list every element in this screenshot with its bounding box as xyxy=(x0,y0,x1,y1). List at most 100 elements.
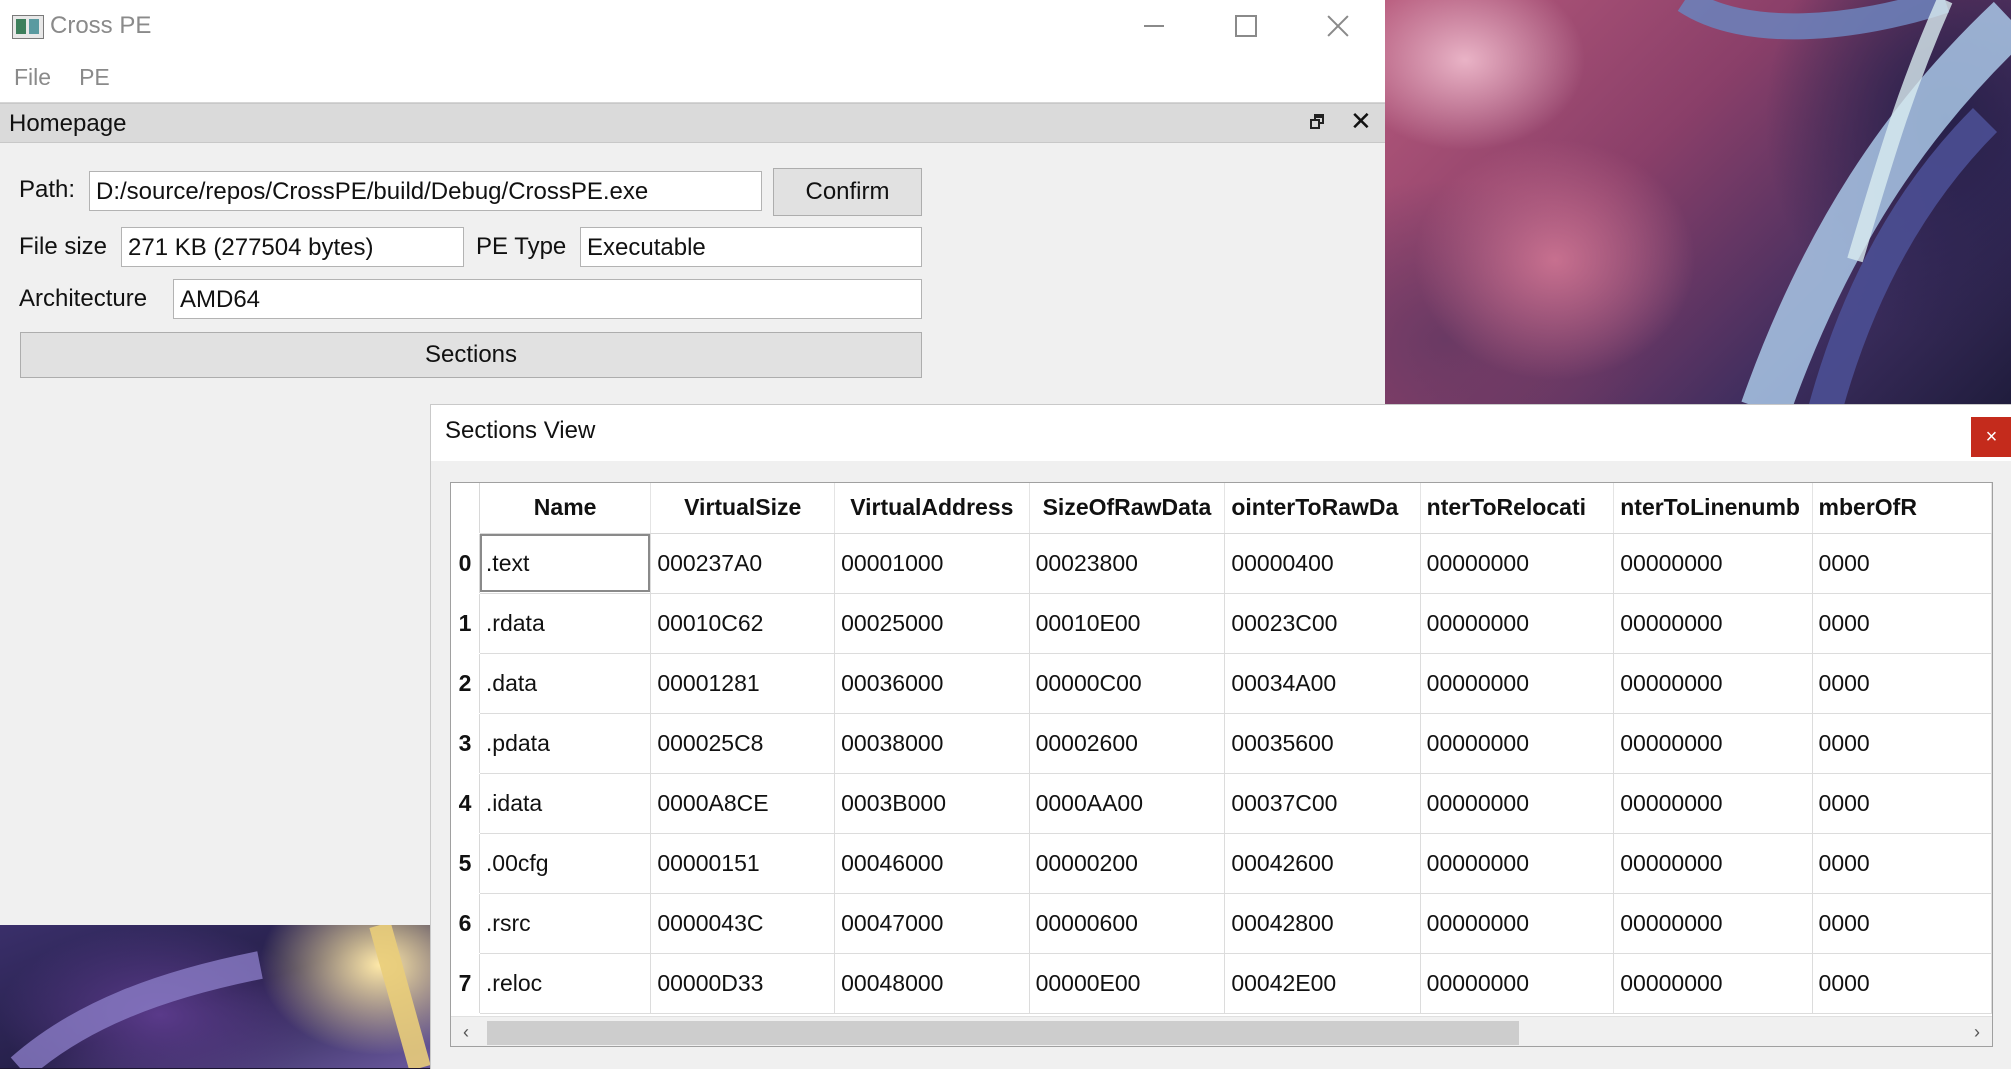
table-cell[interactable]: 00000000 xyxy=(1420,773,1615,834)
scroll-right-icon[interactable]: › xyxy=(1962,1017,1992,1046)
table-cell[interactable]: 0000 xyxy=(1812,773,1992,834)
table-cell[interactable]: 00034A00 xyxy=(1224,653,1421,714)
table-cell[interactable]: 00000000 xyxy=(1420,653,1615,714)
table-row[interactable]: 4 .idata 0000A8CE 0003B000 0000AA00 00037C00 0… xyxy=(451,773,1992,834)
table-cell[interactable]: .reloc xyxy=(479,953,652,1014)
table-cell[interactable]: 00000000 xyxy=(1613,893,1813,954)
table-cell[interactable]: 00000000 xyxy=(1613,533,1813,594)
dock-float-icon[interactable] xyxy=(1310,114,1324,129)
file-size-field[interactable]: 271 KB (277504 bytes) xyxy=(121,227,464,267)
table-row[interactable]: 5.00cfg 00000151 00046000 00000200 00042600 0… xyxy=(451,833,1992,894)
table-cell[interactable]: 0000 xyxy=(1812,653,1992,714)
row-header[interactable]: 5 xyxy=(451,833,480,894)
table-cell[interactable]: 0000 xyxy=(1812,533,1992,594)
table-cell[interactable]: 0000A8CE xyxy=(650,773,836,834)
table-row[interactable]: 3 .pdata 000025C8 00038000 00002600 00035600 0… xyxy=(451,713,1992,774)
table-cell[interactable]: 00000200 xyxy=(1029,833,1226,894)
table-cell[interactable]: 00000D33 xyxy=(650,953,836,1014)
table-cell[interactable]: 000025C8 xyxy=(650,713,836,774)
table-cell[interactable]: 00023800 xyxy=(1029,533,1226,594)
column-header[interactable]: nterToLinenumb xyxy=(1613,483,1813,534)
column-header[interactable]: VirtualAddress xyxy=(834,483,1030,534)
row-header[interactable]: 0 xyxy=(451,533,480,594)
table-cell[interactable]: 00000000 xyxy=(1420,593,1615,654)
sections-view-title-bar[interactable]: Sections View × xyxy=(431,405,2011,461)
table-cell[interactable]: 00000000 xyxy=(1420,833,1615,894)
table-cell[interactable]: 00037C00 xyxy=(1224,773,1421,834)
table-cell[interactable]: 0003B000 xyxy=(834,773,1030,834)
table-row[interactable]: 6 .rsrc 0000043C 00047000 00000600 00042800 00… xyxy=(451,893,1992,954)
table-cell[interactable]: 00000000 xyxy=(1420,713,1615,774)
table-cell[interactable]: 00000000 xyxy=(1420,953,1615,1014)
row-header[interactable]: 4 xyxy=(451,773,480,834)
row-header[interactable]: 2 xyxy=(451,653,480,714)
table-cell[interactable]: .text xyxy=(479,533,652,594)
confirm-button[interactable]: Confirm xyxy=(773,168,922,216)
table-cell[interactable]: 00000E00 xyxy=(1029,953,1226,1014)
row-header[interactable]: 7 xyxy=(451,953,480,1014)
table-cell[interactable]: 00000000 xyxy=(1613,953,1813,1014)
column-header[interactable]: nterToRelocati xyxy=(1420,483,1615,534)
table-cell[interactable]: 00038000 xyxy=(834,713,1030,774)
table-cell[interactable]: 00042600 xyxy=(1224,833,1421,894)
table-cell[interactable]: 00010C62 xyxy=(650,593,836,654)
table-cell[interactable]: 00042E00 xyxy=(1224,953,1421,1014)
table-cell[interactable]: .rsrc xyxy=(479,893,652,954)
close-window-button[interactable] xyxy=(1292,0,1384,52)
table-cell[interactable]: 00000600 xyxy=(1029,893,1226,954)
table-cell[interactable]: 00000000 xyxy=(1613,713,1813,774)
table-cell[interactable]: 0000 xyxy=(1812,593,1992,654)
table-cell[interactable]: 0000 xyxy=(1812,953,1992,1014)
table-cell[interactable]: 0000 xyxy=(1812,713,1992,774)
table-cell[interactable]: 00048000 xyxy=(834,953,1030,1014)
row-header[interactable]: 1 xyxy=(451,593,480,654)
column-header[interactable]: SizeOfRawData xyxy=(1029,483,1226,534)
table-cell[interactable]: 00036000 xyxy=(834,653,1030,714)
column-header[interactable]: mberOfR xyxy=(1812,483,1992,534)
table-cell[interactable]: 000237A0 xyxy=(650,533,836,594)
pe-type-field[interactable]: Executable xyxy=(580,227,922,267)
corner-header[interactable] xyxy=(451,483,480,534)
table-cell[interactable]: 00002600 xyxy=(1029,713,1226,774)
horizontal-scrollbar[interactable]: ‹ › xyxy=(451,1016,1992,1046)
menu-file[interactable]: File xyxy=(0,64,65,91)
table-cell[interactable]: 00000000 xyxy=(1613,593,1813,654)
table-row[interactable]: 0 .text 000237A0 00001000 00023800 00000400 00… xyxy=(451,533,1992,594)
table-cell[interactable]: 00042800 xyxy=(1224,893,1421,954)
table-cell[interactable]: 00001281 xyxy=(650,653,836,714)
table-row[interactable]: 7 .reloc 00000D33 00048000 00000E00 00042E00 0… xyxy=(451,953,1992,1014)
column-header[interactable]: VirtualSize xyxy=(650,483,836,534)
table-cell[interactable]: 00000000 xyxy=(1420,893,1615,954)
table-cell[interactable]: 00000000 xyxy=(1613,833,1813,894)
table-cell[interactable]: 0000 xyxy=(1812,833,1992,894)
sections-view-close-button[interactable]: × xyxy=(1971,417,2011,457)
table-cell[interactable]: 00023C00 xyxy=(1224,593,1421,654)
table-cell[interactable]: 0000043C xyxy=(650,893,836,954)
title-bar[interactable]: Cross PE xyxy=(0,0,1385,52)
table-cell[interactable]: .idata xyxy=(479,773,652,834)
table-cell[interactable]: 0000AA00 xyxy=(1029,773,1226,834)
table-cell[interactable]: .data xyxy=(479,653,652,714)
table-cell[interactable]: .00cfg xyxy=(479,833,652,894)
menu-pe[interactable]: PE xyxy=(65,64,124,91)
table-cell[interactable]: 00047000 xyxy=(834,893,1030,954)
table-cell[interactable]: 00000000 xyxy=(1613,653,1813,714)
table-cell[interactable]: .rdata xyxy=(479,593,652,654)
table-cell[interactable]: 00025000 xyxy=(834,593,1030,654)
column-header[interactable]: ointerToRawDa xyxy=(1224,483,1421,534)
dock-close-icon[interactable]: ✕ xyxy=(1350,106,1372,137)
row-header[interactable]: 6 xyxy=(451,893,480,954)
table-row[interactable]: 2 .data 00001281 00036000 00000C00 00034A00 00… xyxy=(451,653,1992,714)
table-cell[interactable]: 0000 xyxy=(1812,893,1992,954)
table-cell[interactable]: 00035600 xyxy=(1224,713,1421,774)
scroll-left-icon[interactable]: ‹ xyxy=(451,1017,481,1046)
column-header[interactable]: Name xyxy=(479,483,652,534)
table-cell[interactable]: 00001000 xyxy=(834,533,1030,594)
maximize-button[interactable] xyxy=(1200,0,1292,52)
path-input[interactable]: D:/source/repos/CrossPE/build/Debug/Cros… xyxy=(89,171,762,211)
architecture-field[interactable]: AMD64 xyxy=(173,279,922,319)
table-cell[interactable]: 00000400 xyxy=(1224,533,1421,594)
table-cell[interactable]: .pdata xyxy=(479,713,652,774)
table-row[interactable]: 1 .rdata 00010C62 00025000 00010E00 00023C00 0… xyxy=(451,593,1992,654)
table-cell[interactable]: 00010E00 xyxy=(1029,593,1226,654)
